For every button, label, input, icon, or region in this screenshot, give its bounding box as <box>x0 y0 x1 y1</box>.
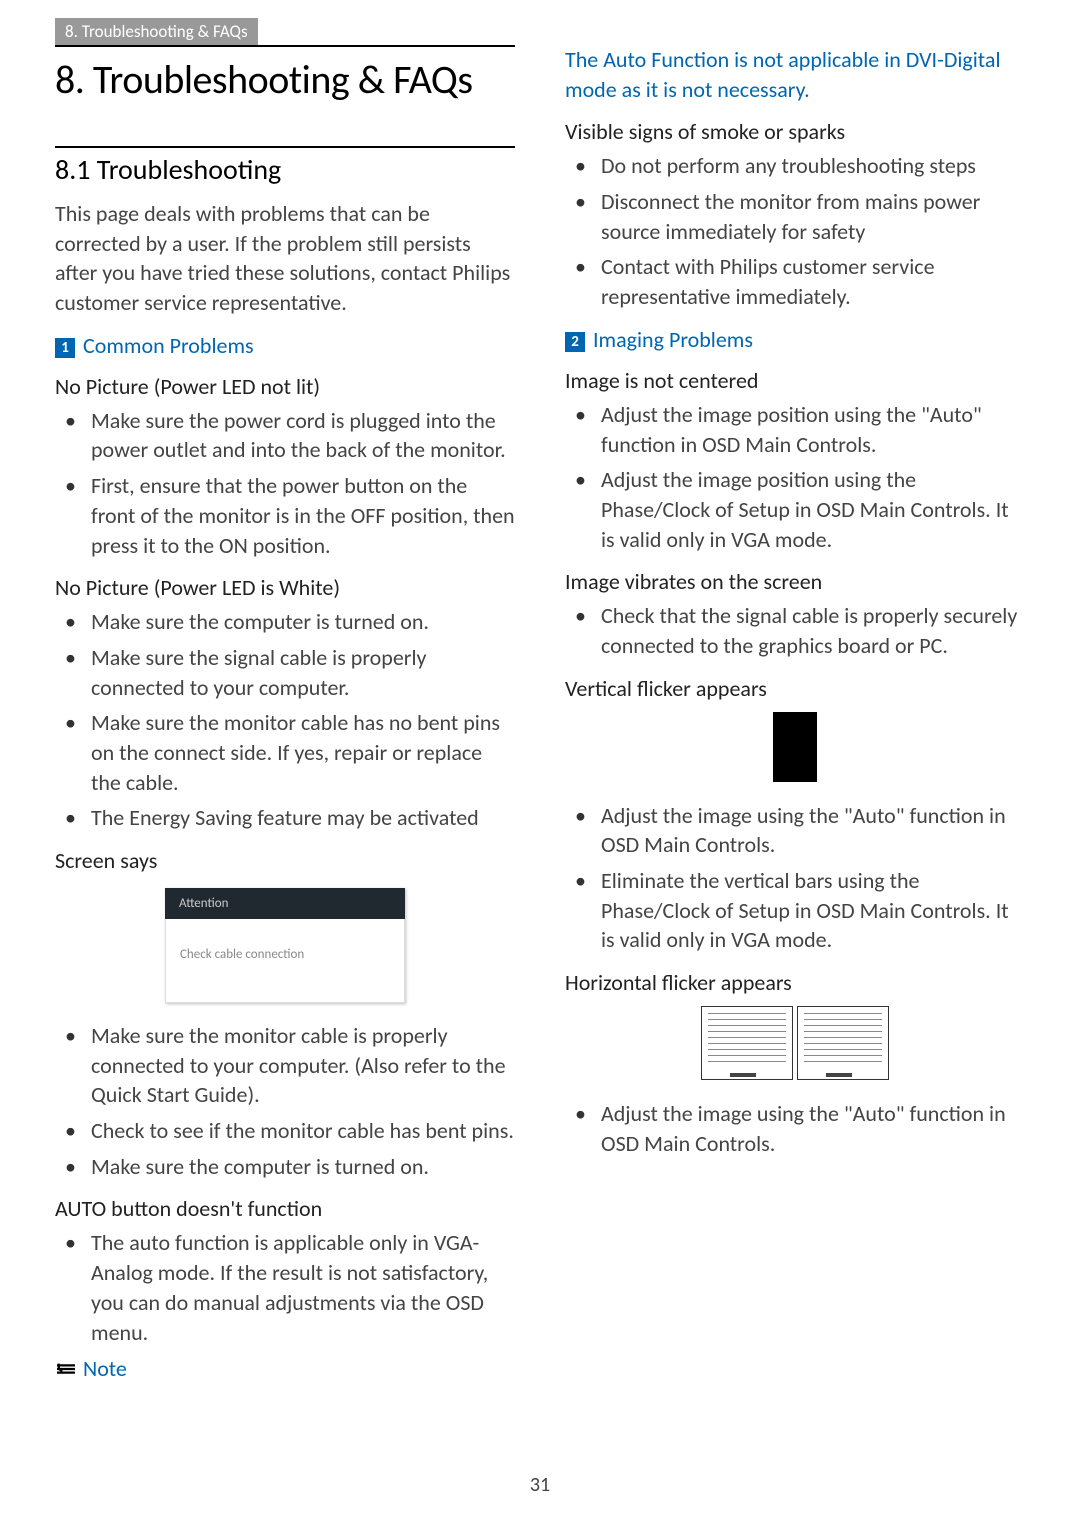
sub-vflicker: Vertical flicker appears <box>565 675 1025 702</box>
list-item: Disconnect the monitor from mains power … <box>565 187 1025 246</box>
vflicker-image <box>565 712 1025 787</box>
list-item: Adjust the image using the "Auto" functi… <box>565 801 1025 860</box>
sub-screen-says: Screen says <box>55 847 515 874</box>
note-heading: Note <box>55 1355 515 1382</box>
hflicker-mini <box>797 1006 889 1080</box>
list-item: Adjust the image position using the Phas… <box>565 465 1025 554</box>
sub-auto-button: AUTO button doesn't function <box>55 1195 515 1222</box>
sub-no-picture-led-off: No Picture (Power LED not lit) <box>55 373 515 400</box>
list-item: The auto function is applicable only in … <box>55 1228 515 1347</box>
list-item: Contact with Philips customer service re… <box>565 252 1025 311</box>
chapter-title: 8. Troubleshooting & FAQs <box>55 55 515 104</box>
intro-paragraph: This page deals with problems that can b… <box>55 199 515 318</box>
hflicker-icon <box>701 1006 889 1080</box>
list-vibrates: Check that the signal cable is properly … <box>565 601 1025 660</box>
sub-not-centered: Image is not centered <box>565 367 1025 394</box>
page-number: 31 <box>0 1473 1080 1497</box>
list-not-centered: Adjust the image position using the "Aut… <box>565 400 1025 554</box>
list-no-pic-white: Make sure the computer is turned on. Mak… <box>55 607 515 833</box>
list-item: Do not perform any troubleshooting steps <box>565 151 1025 181</box>
rule-top <box>55 45 515 47</box>
list-item: Eliminate the vertical bars using the Ph… <box>565 866 1025 955</box>
list-hflicker: Adjust the image using the "Auto" functi… <box>565 1099 1025 1158</box>
common-problems-label: Common Problems <box>83 332 254 359</box>
list-item: Check that the signal cable is properly … <box>565 601 1025 660</box>
rule-mid <box>55 146 515 148</box>
sub-hflicker: Horizontal flicker appears <box>565 969 1025 996</box>
imaging-problems-label: Imaging Problems <box>593 326 753 353</box>
list-item: The Energy Saving feature may be activat… <box>55 803 515 833</box>
note-icon <box>55 1360 75 1378</box>
page-content: 8. Troubleshooting & FAQs 8.1 Troublesho… <box>0 45 1080 1425</box>
attention-dialog: Attention Check cable connection <box>165 888 405 1003</box>
list-item: Adjust the image position using the "Aut… <box>565 400 1025 459</box>
list-item: Check to see if the monitor cable has be… <box>55 1116 515 1146</box>
number-badge-1: 1 <box>55 338 75 358</box>
number-badge-2: 2 <box>565 332 585 352</box>
common-problems-heading: 1 Common Problems <box>55 332 515 359</box>
list-item: Make sure the power cord is plugged into… <box>55 406 515 465</box>
list-item: Make sure the signal cable is properly c… <box>55 643 515 702</box>
attention-title: Attention <box>165 888 405 919</box>
list-vflicker: Adjust the image using the "Auto" functi… <box>565 801 1025 955</box>
hflicker-image <box>565 1006 1025 1085</box>
list-item: Make sure the computer is turned on. <box>55 607 515 637</box>
sub-no-picture-white: No Picture (Power LED is White) <box>55 574 515 601</box>
list-item: Make sure the monitor cable has no bent … <box>55 708 515 797</box>
attention-message: Check cable connection <box>165 919 405 1003</box>
sub-vibrates: Image vibrates on the screen <box>565 568 1025 595</box>
list-screen-says: Make sure the monitor cable is properly … <box>55 1021 515 1181</box>
list-smoke: Do not perform any troubleshooting steps… <box>565 151 1025 311</box>
hflicker-mini <box>701 1006 793 1080</box>
list-auto: The auto function is applicable only in … <box>55 1228 515 1347</box>
sub-smoke: Visible signs of smoke or sparks <box>565 118 1025 145</box>
section-title: 8.1 Troubleshooting <box>55 152 515 187</box>
list-item: First, ensure that the power button on t… <box>55 471 515 560</box>
list-item: Adjust the image using the "Auto" functi… <box>565 1099 1025 1158</box>
note-text: The Auto Function is not applicable in D… <box>565 45 1025 104</box>
list-item: Make sure the computer is turned on. <box>55 1152 515 1182</box>
list-no-pic-off: Make sure the power cord is plugged into… <box>55 406 515 560</box>
note-label: Note <box>83 1355 127 1382</box>
list-item: Make sure the monitor cable is properly … <box>55 1021 515 1110</box>
imaging-problems-heading: 2 Imaging Problems <box>565 326 1025 353</box>
header-tab: 8. Troubleshooting & FAQs <box>55 18 258 45</box>
vflicker-icon <box>745 712 845 782</box>
